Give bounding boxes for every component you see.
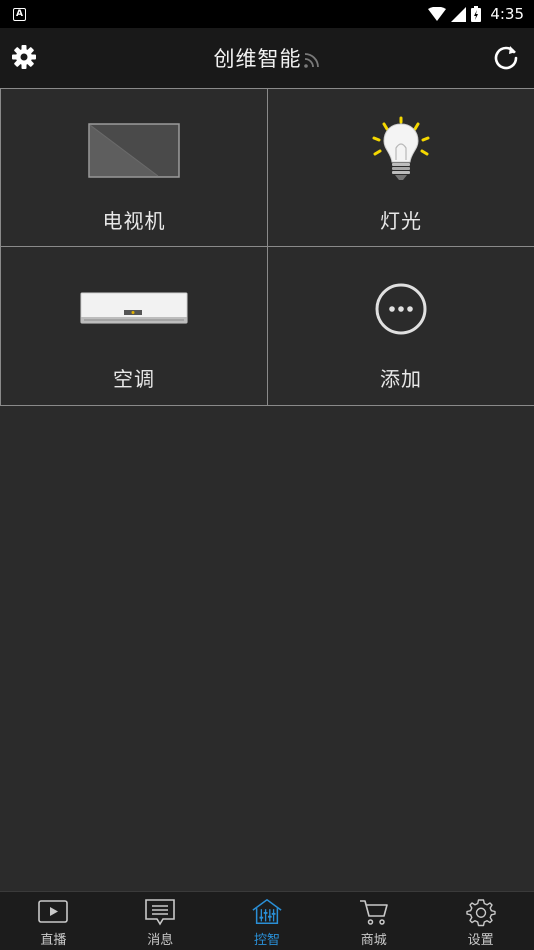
settings-button[interactable] [10,43,38,71]
more-icon [375,283,427,335]
page-title: 创维智能 [213,47,302,71]
nav-label: 直播 [40,933,67,948]
title-group: 创维智能 [214,43,321,73]
refresh-button[interactable] [492,43,520,71]
gear-icon [12,45,36,69]
nav-label: 商城 [360,933,387,948]
nav-label: 消息 [147,933,174,948]
wifi-connection-icon [303,53,319,68]
device-label: 灯光 [380,209,422,233]
light-bulb-icon [372,116,430,180]
device-tile-ac[interactable]: 空调 [0,246,268,406]
gear-icon [465,899,496,927]
refresh-icon [494,46,518,70]
status-bar: A 4:35 [0,0,534,28]
nav-item-settings[interactable]: 设置 [427,892,534,950]
device-label: 空调 [113,367,155,391]
nav-label: 控智 [253,933,280,948]
nav-item-control[interactable]: 控智 [214,892,321,950]
device-tile-tv[interactable]: 电视机 [0,88,268,247]
nav-item-messages[interactable]: 消息 [107,892,214,950]
nav-item-mall[interactable]: 商城 [320,892,427,950]
device-tile-light[interactable]: 灯光 [267,88,534,247]
nav-item-live[interactable]: 直播 [0,892,107,950]
device-tile-add[interactable]: 添加 [267,246,534,406]
bottom-navigation: 直播 消息 控智 商城 设置 [0,891,534,950]
play-icon [38,900,69,923]
cart-icon [359,900,388,925]
battery-icon [471,6,482,22]
cell-signal-icon [451,6,467,22]
clock: 4:35 [490,5,524,23]
notification-app-icon: A [13,7,26,21]
app-screen: A 4:35 创维智能 电视机 灯光 空调 添加 直播 消息 控智 商城 设置 [0,0,534,950]
device-label: 电视机 [102,209,166,233]
wifi-signal-icon [428,7,447,21]
nav-label: 设置 [467,933,494,948]
device-label: 添加 [380,367,422,391]
tv-icon [88,123,180,178]
message-icon [145,899,175,926]
top-app-bar: 创维智能 [0,28,534,88]
air-conditioner-icon [80,292,188,324]
device-grid: 电视机 灯光 空调 添加 [0,88,534,406]
home-control-icon [252,898,282,925]
